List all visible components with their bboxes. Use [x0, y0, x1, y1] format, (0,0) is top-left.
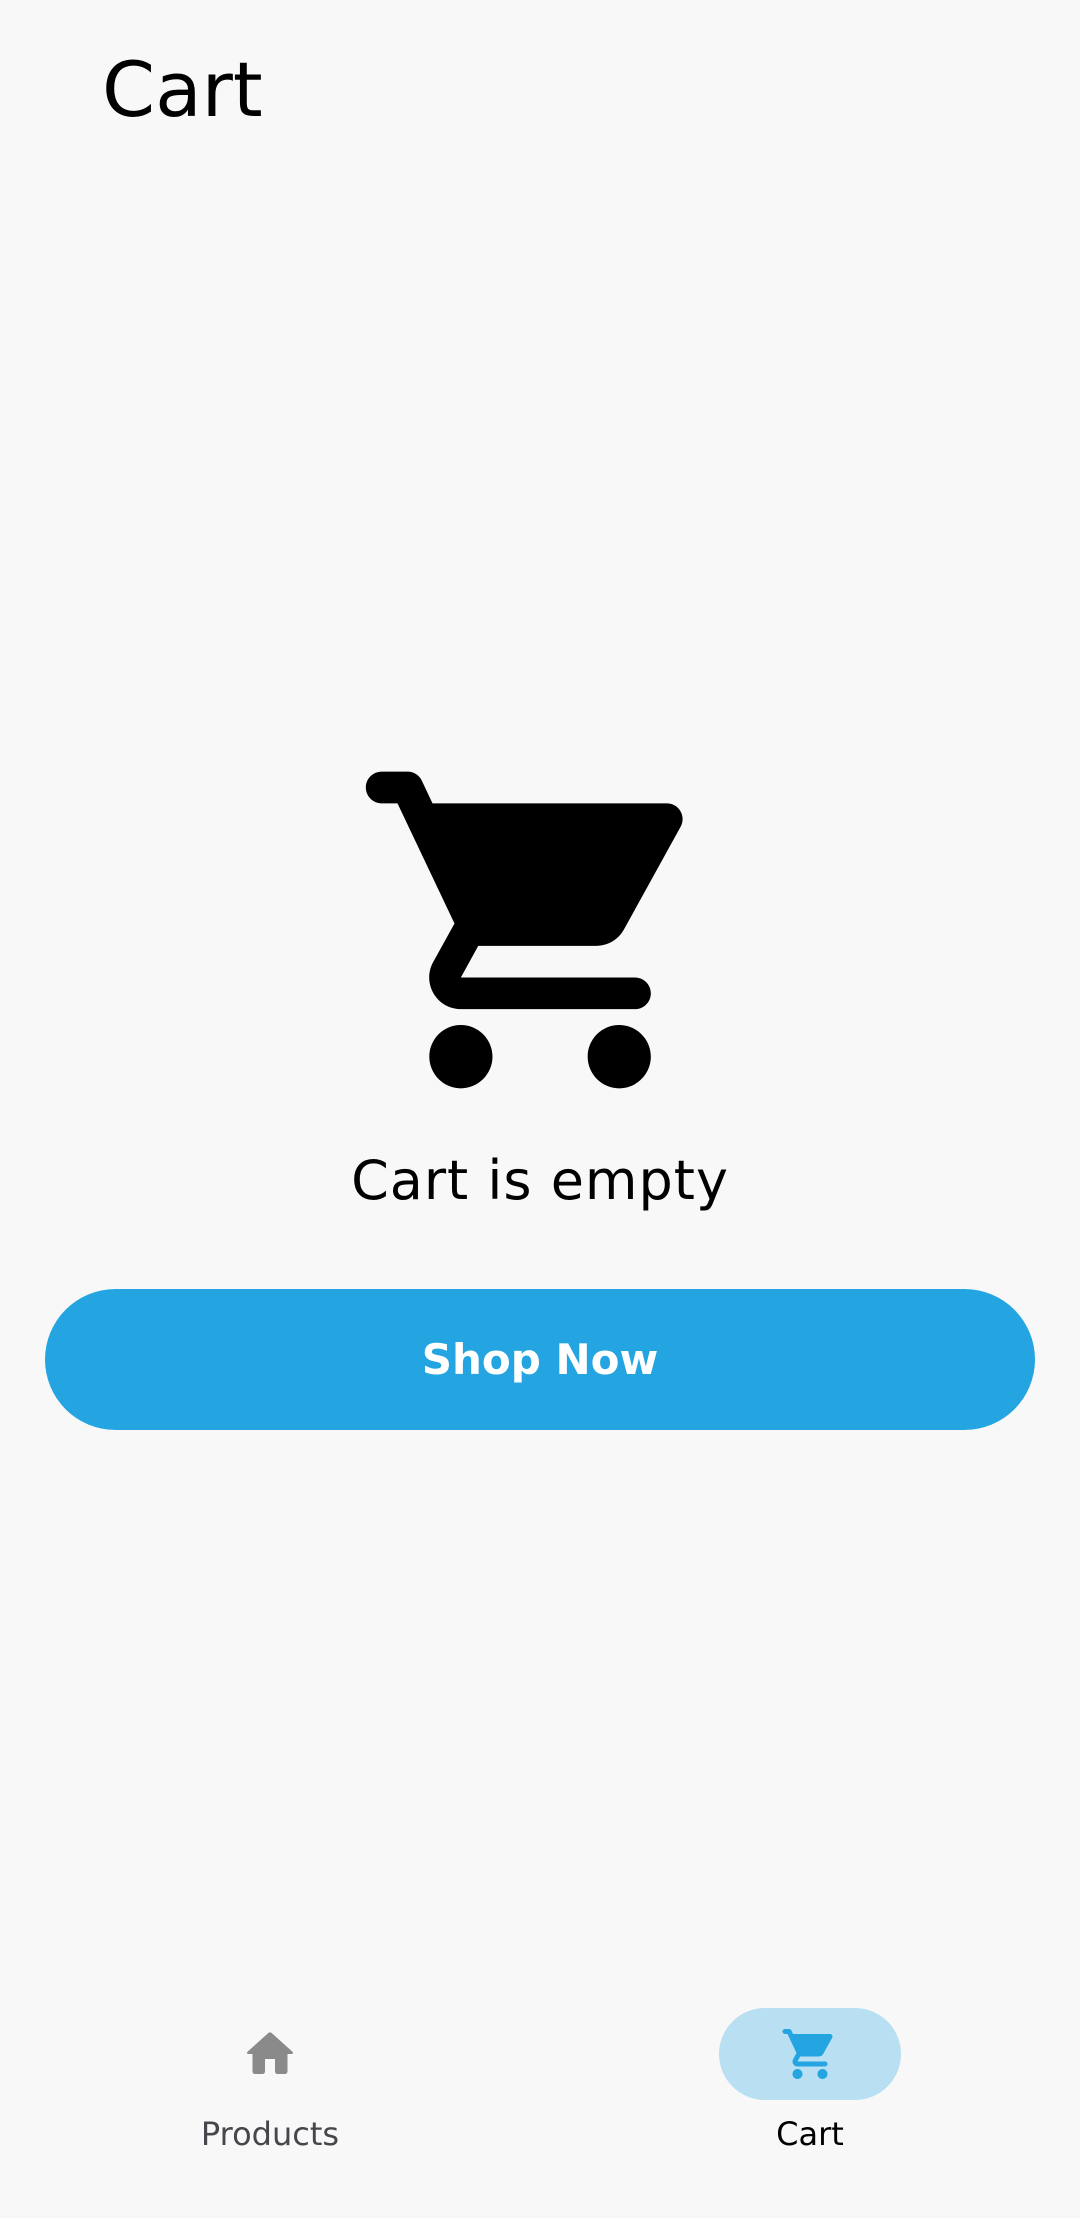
- nav-item-label: Products: [200, 2115, 340, 2153]
- nav-indicator: [179, 2008, 361, 2100]
- page-title: Cart: [102, 45, 263, 134]
- shopping-cart-icon: [365, 771, 683, 1089]
- home-icon: [247, 2032, 294, 2074]
- shop-now-button[interactable]: Shop Now: [45, 1289, 1035, 1430]
- shopping-cart-icon: [782, 2029, 833, 2079]
- nav-item-products[interactable]: Products: [0, 2000, 540, 2218]
- bottom-navigation-bar: Products Cart: [0, 2000, 1080, 2218]
- nav-item-label: Cart: [776, 2115, 844, 2153]
- empty-cart-message: Cart is empty: [351, 1149, 729, 1212]
- empty-cart-state: Cart is empty: [0, 740, 1080, 1216]
- nav-active-indicator: [719, 2008, 901, 2100]
- nav-item-cart[interactable]: Cart: [540, 2000, 1080, 2218]
